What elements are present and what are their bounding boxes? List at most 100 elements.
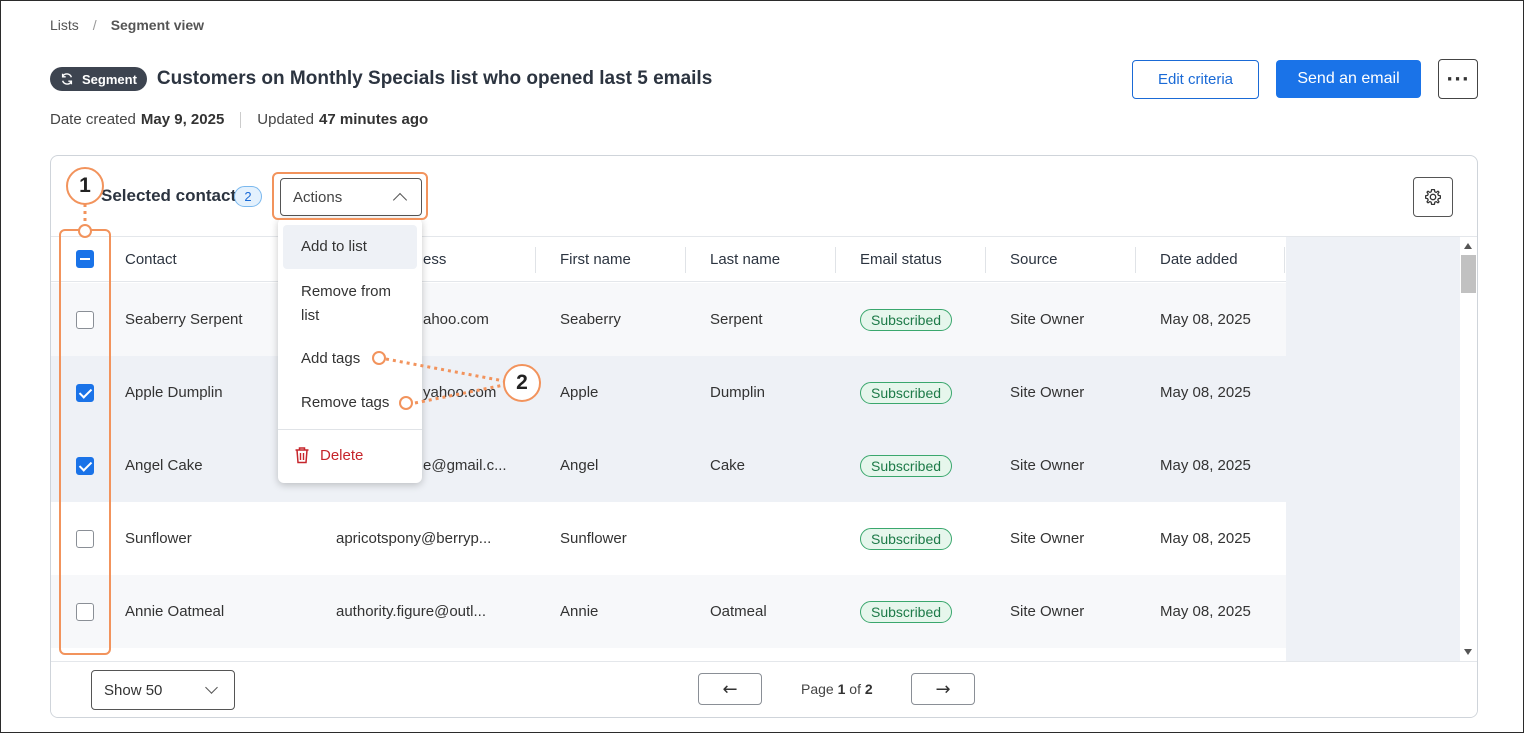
more-options-button[interactable]: ··· xyxy=(1438,59,1478,99)
status-badge: Subscribed xyxy=(860,309,953,332)
scroll-up-arrow-icon[interactable] xyxy=(1464,243,1472,249)
annotation-dot xyxy=(78,224,92,238)
annotation-actions-highlight xyxy=(272,172,428,220)
meta-divider xyxy=(240,111,242,128)
header-date-added[interactable]: Date added xyxy=(1160,237,1238,282)
cell-email: apricotspony@berryp... xyxy=(336,530,492,547)
scrollbar-thumb[interactable] xyxy=(1461,255,1476,293)
cell-last-name: Cake xyxy=(710,457,746,474)
refresh-icon xyxy=(61,73,73,85)
status-badge: Subscribed xyxy=(860,455,953,478)
table-header: Contact ess First name Last name Email s… xyxy=(51,237,1286,282)
contacts-table: Contact ess First name Last name Email s… xyxy=(51,236,1477,661)
menu-remove-from-list-line2: list xyxy=(301,307,320,324)
breadcrumb-current: Segment view xyxy=(110,17,205,33)
table-footer: Show 50 ← Page 1 of 2 → xyxy=(51,661,1477,717)
page-size-dropdown[interactable]: Show 50 xyxy=(91,670,235,710)
header-divider xyxy=(535,247,536,273)
updated-value: 47 minutes ago xyxy=(319,111,429,128)
menu-delete[interactable]: Delete xyxy=(294,446,363,464)
send-email-button[interactable]: Send an email xyxy=(1276,60,1421,98)
page-size-label: Show 50 xyxy=(104,681,163,699)
breadcrumb: Lists / Segment view xyxy=(50,17,204,33)
header-divider xyxy=(685,247,686,273)
menu-add-tags[interactable]: Add tags xyxy=(283,346,417,372)
vertical-scrollbar[interactable] xyxy=(1460,237,1477,661)
cell-date-added: May 08, 2025 xyxy=(1160,457,1251,474)
header-contact[interactable]: Contact xyxy=(125,237,177,282)
title-row: Segment Customers on Monthly Specials li… xyxy=(50,67,712,91)
annotation-checkbox-column-highlight xyxy=(59,229,111,655)
segment-badge-label: Segment xyxy=(82,71,137,87)
status-badge: Subscribed xyxy=(860,382,953,405)
table-row[interactable]: Annie Oatmeal authority.figure@outl... A… xyxy=(51,575,1286,648)
cell-source: Site Owner xyxy=(1010,457,1085,474)
cell-first-name: Angel xyxy=(560,457,599,474)
status-badge: Subscribed xyxy=(860,528,953,551)
cell-last-name: Serpent xyxy=(710,311,763,328)
selected-count-badge: 2 xyxy=(234,186,262,207)
cell-contact[interactable]: Annie Oatmeal xyxy=(125,575,315,648)
table-settings-button[interactable] xyxy=(1413,177,1453,217)
selected-contacts-label: Selected contacts xyxy=(101,186,246,205)
header-divider xyxy=(1135,247,1136,273)
updated-label: Updated xyxy=(257,111,315,128)
cell-first-name: Apple xyxy=(560,384,599,401)
menu-add-to-list[interactable]: Add to list xyxy=(283,225,417,269)
breadcrumb-lists-link[interactable]: Lists xyxy=(50,17,79,33)
table-row[interactable]: Seaberry Serpent ahoo.com Seaberry Serpe… xyxy=(51,283,1286,356)
status-badge: Subscribed xyxy=(860,601,953,624)
annotation-dot xyxy=(399,396,413,410)
table-row[interactable]: Angel Cake e@gmail.c... Angel Cake Subsc… xyxy=(51,429,1286,502)
cell-email: ahoo.com xyxy=(423,311,489,328)
menu-remove-tags[interactable]: Remove tags xyxy=(283,390,417,416)
cell-contact[interactable]: Sunflower xyxy=(125,502,315,575)
page-indicator: Page 1 of 2 xyxy=(801,673,873,705)
header-last-name[interactable]: Last name xyxy=(710,237,780,282)
table-row[interactable]: Sunflower apricotspony@berryp... Sunflow… xyxy=(51,502,1286,575)
gear-icon xyxy=(1424,188,1442,206)
table-empty-area xyxy=(1286,237,1460,661)
header-email-status[interactable]: Email status xyxy=(860,237,942,282)
date-created-value: May 9, 2025 xyxy=(140,111,225,128)
cell-last-name xyxy=(710,502,830,575)
segment-badge: Segment xyxy=(50,67,147,91)
prev-page-button[interactable]: ← xyxy=(698,673,762,705)
trash-icon xyxy=(295,447,309,464)
arrow-right-icon: → xyxy=(935,678,951,700)
menu-remove-from-list-line1: Remove from xyxy=(301,283,392,300)
annotation-marker-1: 1 xyxy=(66,167,104,205)
actions-menu: Add to list Remove from list Add tags Re… xyxy=(278,218,422,483)
header-email[interactable]: ess xyxy=(423,237,446,282)
cell-first-name: Annie xyxy=(560,603,599,620)
cell-source: Site Owner xyxy=(1010,311,1085,328)
arrow-left-icon: ← xyxy=(722,678,738,700)
cell-email: authority.figure@outl... xyxy=(336,603,487,620)
cell-first-name: Seaberry xyxy=(560,311,621,328)
edit-criteria-button[interactable]: Edit criteria xyxy=(1132,60,1259,99)
header-source[interactable]: Source xyxy=(1010,237,1058,282)
cell-source: Site Owner xyxy=(1010,603,1085,620)
header-divider xyxy=(985,247,986,273)
menu-remove-from-list[interactable]: Remove from list xyxy=(283,280,417,328)
scroll-down-arrow-icon[interactable] xyxy=(1464,649,1472,655)
cell-first-name: Sunflower xyxy=(560,530,627,547)
page-current: 1 xyxy=(837,681,846,697)
table-row[interactable]: Apple Dumplin yahoo.com Apple Dumplin Su… xyxy=(51,356,1286,429)
menu-divider xyxy=(278,429,422,430)
cell-last-name: Dumplin xyxy=(710,384,766,401)
next-page-button[interactable]: → xyxy=(911,673,975,705)
breadcrumb-separator: / xyxy=(92,17,97,33)
cell-date-added: May 08, 2025 xyxy=(1160,311,1251,328)
annotation-marker-2: 2 xyxy=(503,364,541,402)
meta-row: Date created May 9, 2025 Updated 47 minu… xyxy=(50,111,428,128)
app-frame: Lists / Segment view Segment Customers o… xyxy=(0,0,1524,733)
cell-email: e@gmail.c... xyxy=(423,457,507,474)
cell-date-added: May 08, 2025 xyxy=(1160,384,1251,401)
menu-delete-label: Delete xyxy=(320,446,364,464)
cell-last-name: Oatmeal xyxy=(710,603,767,620)
cell-source: Site Owner xyxy=(1010,384,1085,401)
page-label: Page xyxy=(801,681,834,697)
header-first-name[interactable]: First name xyxy=(560,237,631,282)
page-title: Customers on Monthly Specials list who o… xyxy=(156,68,713,89)
